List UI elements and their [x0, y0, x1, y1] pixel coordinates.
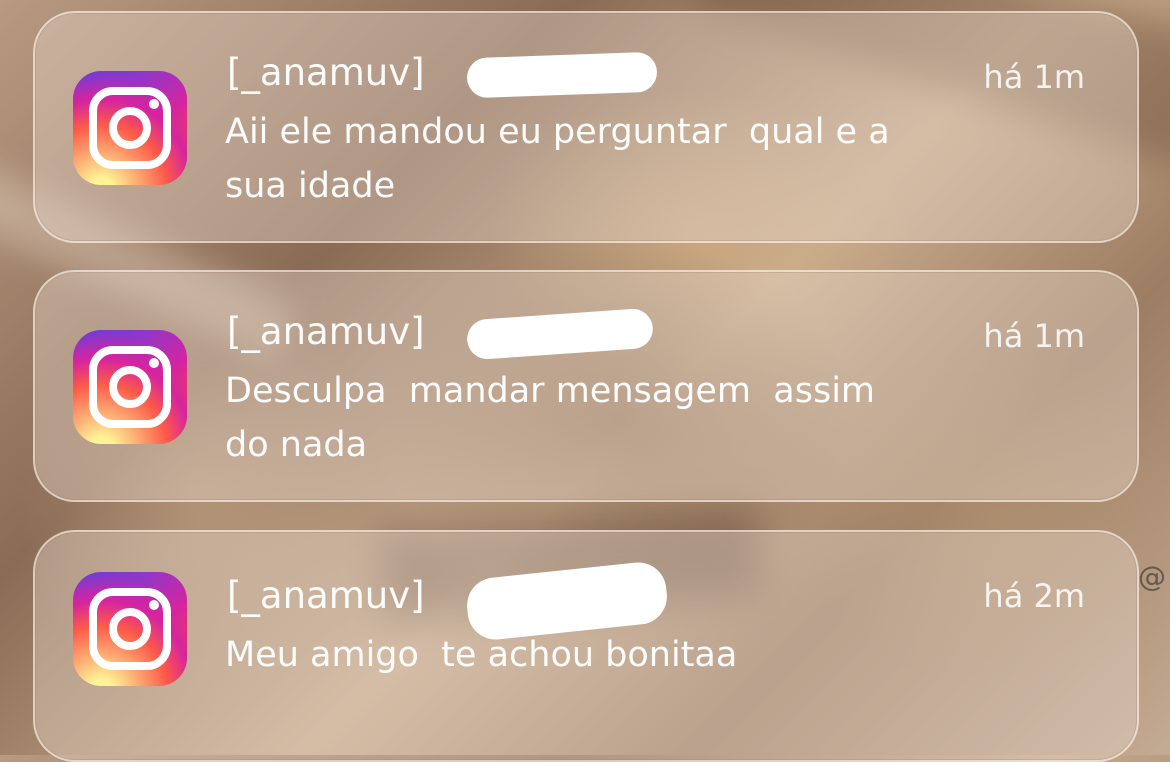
- notification-sender: [_anamuv]: [227, 51, 425, 94]
- redaction-scribble: [466, 51, 658, 99]
- camera-flash-dot: [149, 600, 159, 610]
- notification-time: há 2m: [983, 577, 1085, 615]
- camera-lens-shape: [109, 107, 151, 149]
- instagram-icon: [73, 572, 187, 686]
- camera-flash-dot: [149, 358, 159, 368]
- notification-time: há 1m: [983, 58, 1085, 96]
- notification-message: Meu amigo te achou bonitaa: [225, 635, 738, 675]
- notification-card[interactable]: [_anamuv] há 2m Meu amigo te achou bonit…: [33, 530, 1139, 762]
- camera-lens-shape: [109, 366, 151, 408]
- camera-flash-dot: [149, 99, 159, 109]
- redaction-scribble: [465, 307, 655, 361]
- notification-time: há 1m: [983, 317, 1085, 355]
- camera-lens-shape: [109, 608, 151, 650]
- instagram-icon: [73, 330, 187, 444]
- instagram-icon: [73, 71, 187, 185]
- notification-sender: [_anamuv]: [227, 310, 425, 353]
- notification-card[interactable]: [_anamuv] há 1m Desculpa mandar mensagem…: [33, 270, 1139, 502]
- edge-at-symbol: @: [1138, 560, 1166, 593]
- notification-sender: [_anamuv]: [227, 574, 425, 617]
- notification-card[interactable]: [_anamuv] há 1m Aii ele mandou eu pergun…: [33, 11, 1139, 243]
- notification-message: Desculpa mandar mensagem assim do nada: [225, 371, 876, 465]
- notification-message: Aii ele mandou eu perguntar qual e a sua…: [225, 112, 890, 206]
